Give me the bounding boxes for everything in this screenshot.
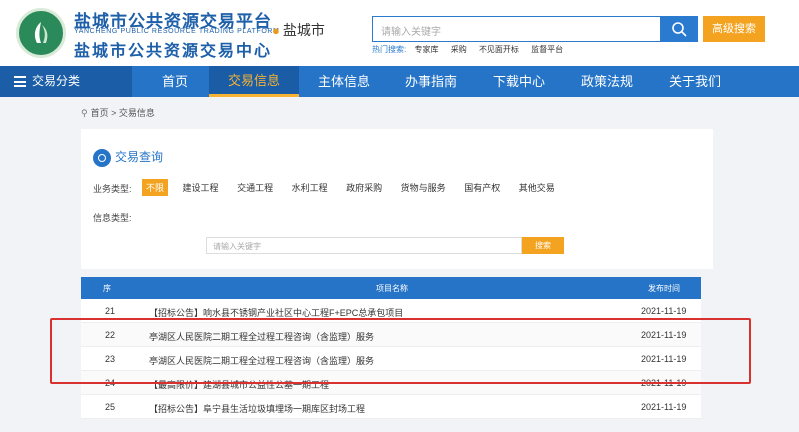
nav-item-home[interactable]: 首页 [140, 66, 210, 97]
brand-title-en: YANCHENG PUBLIC RESOURCE TRADING PLATFOR… [74, 28, 280, 35]
filter-any[interactable]: 不限 [142, 179, 169, 196]
filter-state-property[interactable]: 国有产权 [460, 179, 504, 196]
nav-item-guide[interactable]: 办事指南 [388, 66, 474, 97]
category-label: 交易分类 [32, 74, 81, 88]
publish-date: 2021-11-19 [641, 402, 687, 412]
breadcrumb-text[interactable]: 首页 > 交易信息 [91, 108, 155, 118]
query-title: 交易查询 [93, 148, 163, 167]
hot-searches: 热门搜索: 专家库 采购 不见面开标 监督平台 [372, 44, 573, 55]
highlight-box [50, 318, 751, 384]
header-search-button[interactable] [661, 16, 698, 42]
breadcrumb: ⚲ 首页 > 交易信息 [81, 106, 155, 119]
hot-keyword[interactable]: 专家库 [414, 45, 438, 54]
filter-construction[interactable]: 建设工程 [179, 179, 223, 196]
location-pin-icon: ● [272, 23, 280, 38]
row-number: 25 [105, 402, 116, 412]
hot-keyword[interactable]: 不见面开标 [479, 45, 519, 54]
query-panel: 交易查询 业务类型: 不限 建设工程 交通工程 水利工程 政府采购 货物与服务 … [81, 129, 713, 269]
nav-item-trading-info[interactable]: 交易信息 [209, 66, 299, 97]
nav-item-about[interactable]: 关于我们 [652, 66, 738, 97]
business-type-label: 业务类型: [93, 184, 132, 194]
site-header: 盐城市公共资源交易平台 YANCHENG PUBLIC RESOURCE TRA… [0, 0, 799, 66]
project-name-link[interactable]: 【招标公告】阜宁县生活垃圾填埋场一期库区封场工程 [149, 402, 599, 415]
keyword-search-button[interactable]: 搜索 [522, 237, 564, 254]
column-header-name: 项目名称 [376, 284, 408, 293]
hot-search-label: 热门搜索: [372, 45, 407, 54]
brand-subtitle-cn: 盐城市公共资源交易中心 [74, 43, 273, 60]
column-header-date: 发布时间 [648, 284, 680, 293]
filter-traffic[interactable]: 交通工程 [233, 179, 277, 196]
filter-water[interactable]: 水利工程 [288, 179, 332, 196]
hot-keyword[interactable]: 监督平台 [531, 45, 563, 54]
city-label: 盐城市 [282, 22, 325, 38]
filter-gov-procurement[interactable]: 政府采购 [342, 179, 386, 196]
category-menu-button[interactable]: 交易分类 [0, 66, 132, 97]
location-pin-icon: ⚲ [81, 108, 88, 118]
filter-goods-services[interactable]: 货物与服务 [397, 179, 450, 196]
city-selector[interactable]: ● 盐城市 [272, 20, 325, 40]
nav-item-policies[interactable]: 政策法规 [564, 66, 650, 97]
advanced-search-button[interactable]: 高级搜索 [703, 16, 765, 42]
search-icon [672, 22, 687, 37]
results-table-header: 序 项目名称 发布时间 [81, 277, 701, 299]
header-search-input[interactable]: 请输入关键字 [372, 16, 661, 42]
info-type-label: 信息类型: [93, 213, 132, 223]
keyword-input[interactable]: 请输入关键字 [206, 237, 522, 254]
filter-other[interactable]: 其他交易 [515, 179, 559, 196]
main-nav: 交易分类 首页 交易信息 主体信息 办事指南 下载中心 政策法规 关于我们 [0, 66, 799, 97]
business-type-filters: 不限 建设工程 交通工程 水利工程 政府采购 货物与服务 国有产权 其他交易 [142, 179, 567, 196]
query-icon [93, 148, 111, 167]
nav-item-entity-info[interactable]: 主体信息 [301, 66, 387, 97]
menu-icon [14, 76, 26, 87]
query-title-text: 交易查询 [115, 150, 164, 164]
nav-item-downloads[interactable]: 下载中心 [476, 66, 562, 97]
logo-emblem-icon [34, 22, 48, 43]
hot-keyword[interactable]: 采购 [451, 45, 467, 54]
row-number: 21 [105, 306, 116, 316]
publish-date: 2021-11-19 [641, 306, 687, 316]
column-header-no: 序 [103, 284, 111, 293]
table-row[interactable]: 25 【招标公告】阜宁县生活垃圾填埋场一期库区封场工程 2021-11-19 [81, 395, 701, 419]
site-logo[interactable] [16, 8, 66, 58]
